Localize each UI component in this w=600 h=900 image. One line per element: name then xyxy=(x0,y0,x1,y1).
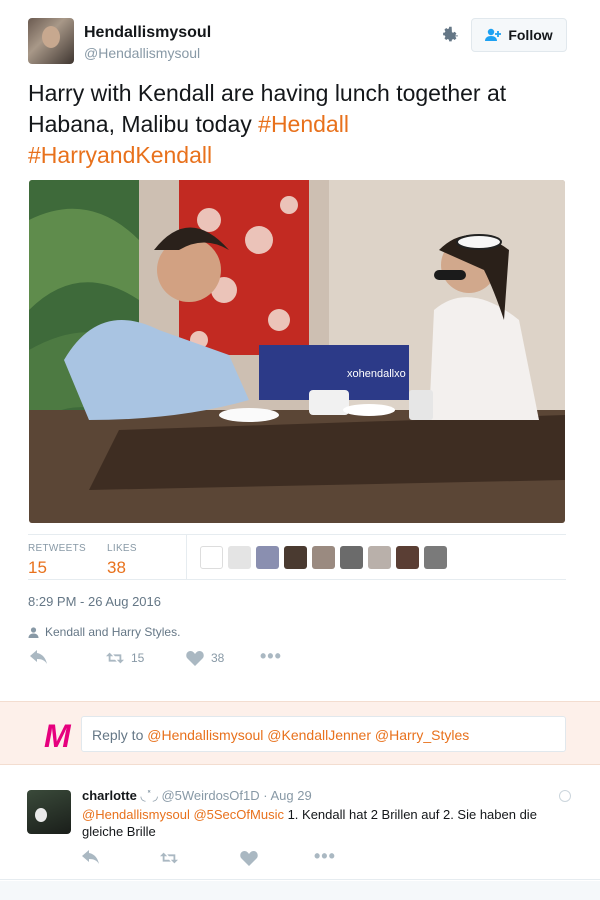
liker-avatar[interactable] xyxy=(284,546,307,569)
heart-icon xyxy=(240,851,258,866)
add-user-icon xyxy=(485,28,502,41)
like-button[interactable]: 38 xyxy=(186,650,224,666)
reply-author-handle[interactable]: @5WeirdosOf1D xyxy=(161,788,259,803)
hashtag-hendall[interactable]: #Hendall xyxy=(258,111,349,137)
retweets-stat[interactable]: RETWEETS 15 xyxy=(28,543,86,578)
retweet-button[interactable]: 15 xyxy=(106,650,144,666)
reply-actions: ••• xyxy=(82,846,342,868)
photo-caption: xohendallxo xyxy=(347,368,406,380)
tweet-header: Hendallismysoul @Hendallismysoul Follow xyxy=(28,18,568,66)
liker-avatar[interactable] xyxy=(200,546,223,569)
bottom-strip xyxy=(0,881,600,900)
tweet-page: Hendallismysoul @Hendallismysoul Follow … xyxy=(0,0,600,900)
reply-button[interactable] xyxy=(30,650,48,666)
likes-label: LIKES xyxy=(107,543,137,554)
retweet-icon xyxy=(160,852,178,864)
author-avatar[interactable] xyxy=(28,18,74,64)
liker-avatar[interactable] xyxy=(256,546,279,569)
follow-button[interactable]: Follow xyxy=(471,18,567,52)
likes-value: 38 xyxy=(107,558,126,577)
retweet-count: 15 xyxy=(131,651,145,665)
heart-icon xyxy=(186,651,204,666)
location-text[interactable]: Kendall and Harry Styles. xyxy=(45,625,180,639)
liker-avatar[interactable] xyxy=(396,546,419,569)
retweets-value: 15 xyxy=(28,558,47,577)
liker-avatar[interactable] xyxy=(340,546,363,569)
hashtag-harryandkendall[interactable]: #HarryandKendall xyxy=(28,142,212,168)
author-name[interactable]: Hendallismysoul xyxy=(84,24,211,42)
reply-icon xyxy=(82,850,99,864)
tweet-text: Harry with Kendall are having lunch toge… xyxy=(28,78,573,171)
reply-more-button[interactable]: ••• xyxy=(314,846,336,867)
reply-text: @Hendallismysoul @5SecOfMusic 1. Kendall… xyxy=(82,806,572,840)
liker-avatar[interactable] xyxy=(424,546,447,569)
tweet-photo[interactable]: xohendallxo xyxy=(29,180,565,523)
reply-prefix: Reply to xyxy=(92,727,148,743)
more-icon: ••• xyxy=(314,846,336,866)
reply-text-mentions[interactable]: @Hendallismysoul @5SecOfMusic xyxy=(82,807,284,822)
reply-tweet[interactable]: charlotte ◟ ̽ ◞ @5WeirdosOf1D · Aug 29 @… xyxy=(0,778,600,880)
liker-avatar[interactable] xyxy=(368,546,391,569)
retweet-icon xyxy=(106,652,124,664)
more-button[interactable]: ••• xyxy=(260,646,282,667)
reply-author-avatar[interactable] xyxy=(27,790,71,834)
reply-date[interactable]: Aug 29 xyxy=(271,788,312,803)
reply-mentions: @Hendallismysoul @KendallJenner @Harry_S… xyxy=(147,727,470,743)
likes-stat[interactable]: LIKES 38 xyxy=(107,543,137,578)
tweet-stats: RETWEETS 15 LIKES 38 xyxy=(28,534,566,580)
more-icon: ••• xyxy=(260,646,282,666)
globe-icon xyxy=(559,790,571,802)
reply-separator: · xyxy=(259,788,271,803)
reply-header: charlotte ◟ ̽ ◞ @5WeirdosOf1D · Aug 29 xyxy=(82,788,312,804)
reply-author-decoration: ◟ ̽ ◞ xyxy=(136,788,158,803)
tweet-timestamp[interactable]: 8:29 PM - 26 Aug 2016 xyxy=(28,594,161,609)
reply-retweet-button[interactable] xyxy=(160,850,178,866)
author-handle[interactable]: @Hendallismysoul xyxy=(84,45,200,61)
reply-area: M Reply to @Hendallismysoul @KendallJenn… xyxy=(0,701,600,765)
reply-author-name[interactable]: charlotte xyxy=(82,788,137,803)
tweet-location: Kendall and Harry Styles. xyxy=(28,625,180,639)
liker-avatar[interactable] xyxy=(312,546,335,569)
retweets-label: RETWEETS xyxy=(28,543,86,554)
like-count: 38 xyxy=(211,651,225,665)
liker-avatars xyxy=(200,546,447,569)
follow-label: Follow xyxy=(508,27,553,43)
person-icon xyxy=(28,626,39,638)
reply-like-button[interactable] xyxy=(240,850,258,866)
reply-input[interactable]: Reply to @Hendallismysoul @KendallJenner… xyxy=(81,716,566,752)
reply-reply-button[interactable] xyxy=(82,850,100,866)
tweet-actions: 15 38 ••• xyxy=(28,646,328,670)
liker-avatar[interactable] xyxy=(228,546,251,569)
gear-icon[interactable] xyxy=(439,24,461,46)
reply-icon xyxy=(30,650,47,664)
brand-logo: M xyxy=(44,718,71,754)
stats-divider xyxy=(186,535,187,579)
